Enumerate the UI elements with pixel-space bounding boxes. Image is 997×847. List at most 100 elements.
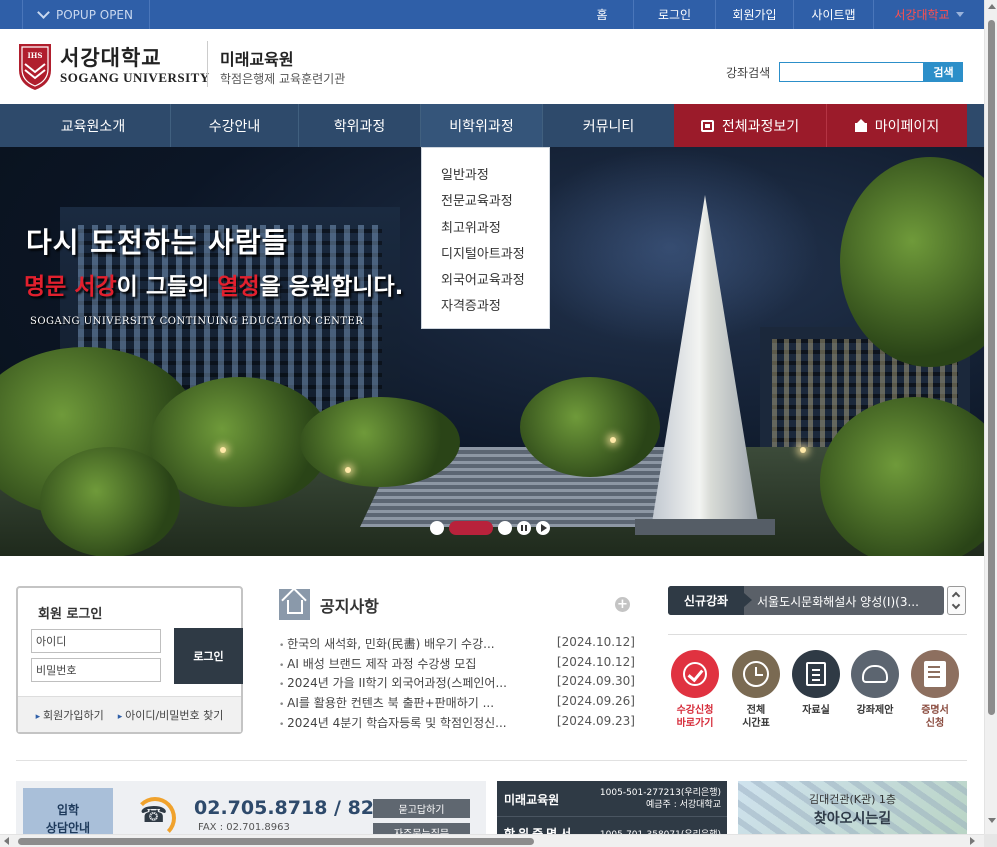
site-name[interactable]: 미래교육원 <box>220 46 294 70</box>
phone-icon <box>134 797 176 839</box>
vertical-scrollbar[interactable] <box>984 0 997 847</box>
join-link[interactable]: 회원가입 <box>715 0 793 29</box>
plus-icon[interactable]: + <box>615 597 630 612</box>
clock-icon <box>743 661 769 687</box>
university-emblem-icon: IHS <box>19 44 51 90</box>
main-nav: 교육원소개 수강안내 학위과정 비학위과정 커뮤니티 전체과정보기 마이페이지 <box>0 104 984 147</box>
slide-dot-active[interactable] <box>449 521 493 535</box>
family-site-label: 서강대학교 <box>894 8 950 22</box>
menu-item-digital-art-course[interactable]: 디지털아트과정 <box>422 243 549 269</box>
menu-item-general-course[interactable]: 일반과정 <box>422 164 549 190</box>
list-item[interactable]: AI를 활용한 컨텐츠 북 출판+판매하기 ...[2024.09.26] <box>279 694 635 714</box>
slider-controls <box>430 521 550 535</box>
course-suggestion-button[interactable]: 강좌제안 <box>847 650 903 717</box>
menu-item-executive-course[interactable]: 최고위과정 <box>422 217 549 243</box>
consult-fax: FAX : 02.701.8963 <box>198 822 290 833</box>
search-button[interactable]: 검색 <box>924 62 963 82</box>
pause-icon[interactable] <box>517 521 531 535</box>
location-title: 찾아오시는길 <box>813 811 892 827</box>
list-item[interactable]: 2024년 가을 II학기 외국어과정(스페인어...[2024.09.30] <box>279 674 635 694</box>
list-item[interactable]: 한국의 새석화, 민화(民畵) 배우기 수강...[2024.10.12] <box>279 635 635 655</box>
chevron-up-icon[interactable] <box>951 591 961 601</box>
check-icon <box>683 662 707 686</box>
logo-korean: 서강대학교 <box>60 45 162 70</box>
location-banner[interactable]: 김대건관(K관) 1층 찾아오시는길 <box>738 781 967 841</box>
login-link[interactable]: 로그인 <box>633 0 715 29</box>
login-box: 회원 로그인 아이디 비밀번호 로그인 회원가입하기 아이디/비밀번호 찾기 <box>16 586 243 734</box>
course-search-input[interactable] <box>779 62 924 82</box>
header: IHS 서강대학교 SOGANG UNIVERSITY 미래교육원 학점은행제 … <box>0 29 984 104</box>
menu-item-professional-course[interactable]: 전문교육과정 <box>422 190 549 216</box>
certificate-request-button[interactable]: 증명서 신청 <box>907 650 963 730</box>
sitemap-link[interactable]: 사이트맵 <box>793 0 873 29</box>
family-site-dropdown[interactable]: 서강대학교 <box>873 0 984 29</box>
ticker-arrows <box>947 586 966 615</box>
hand-icon <box>862 665 888 683</box>
vertical-scroll-thumb[interactable] <box>988 20 995 715</box>
tree <box>300 397 460 487</box>
list-item[interactable]: 2024년 4분기 학습자등록 및 학점인정신...[2024.09.23] <box>279 714 635 734</box>
logo-english: SOGANG UNIVERSITY <box>60 70 210 85</box>
certificate-icon <box>924 661 946 687</box>
enroll-shortcut-button[interactable]: 수강신청 바로가기 <box>667 650 723 730</box>
tree <box>520 377 660 477</box>
new-course-link[interactable]: 서울도시문화해설사 양성(I)(3... <box>757 593 937 610</box>
timetable-button[interactable]: 전체 시간표 <box>728 650 784 730</box>
nav-item-degree-program[interactable]: 학위과정 <box>299 104 421 147</box>
course-search-label: 강좌검색 <box>726 66 771 80</box>
logo-divider <box>207 41 208 87</box>
notice-title[interactable]: 공지사항 <box>320 593 379 617</box>
login-button[interactable]: 로그인 <box>174 628 243 684</box>
login-links: 회원가입하기 아이디/비밀번호 찾기 <box>18 696 241 732</box>
account-info: 1005-501-277213(우리은행) 예금주 : 서강대학교 <box>599 788 721 810</box>
nav-item-non-degree-program[interactable]: 비학위과정 <box>421 104 543 147</box>
scroll-right-icon[interactable] <box>970 837 975 845</box>
scroll-left-icon[interactable] <box>4 837 9 845</box>
join-link[interactable]: 회원가입하기 <box>36 707 104 723</box>
nav-item-about[interactable]: 교육원소개 <box>16 104 171 147</box>
new-course-label: 신규강좌 <box>668 586 752 615</box>
new-course-ticker: 신규강좌 서울도시문화해설사 양성(I)(3... <box>668 586 944 615</box>
top-links: 홈 로그인 회원가입 사이트맵 서강대학교 <box>571 0 984 29</box>
play-icon[interactable] <box>536 521 550 535</box>
slide-dot[interactable] <box>430 521 444 535</box>
id-input[interactable]: 아이디 <box>31 629 161 653</box>
hero-headline: 다시 도전하는 사람들 <box>26 226 289 259</box>
find-account-link[interactable]: 아이디/비밀번호 찾기 <box>118 707 223 723</box>
calendar-icon <box>700 119 714 132</box>
menu-item-foreign-language-course[interactable]: 외국어교육과정 <box>422 269 549 295</box>
site-subtitle: 학점은행제 교육훈련기관 <box>220 72 346 86</box>
home-link[interactable]: 홈 <box>571 0 633 29</box>
scroll-down-icon[interactable] <box>988 818 996 823</box>
hero-english-caption: SOGANG UNIVERSITY CONTINUING EDUCATION C… <box>30 316 364 327</box>
menu-item-certificate-course[interactable]: 자격증과정 <box>422 295 549 321</box>
mypage-button[interactable]: 마이페이지 <box>827 104 967 147</box>
home-icon <box>279 589 310 620</box>
tree <box>40 447 180 556</box>
slide-dot[interactable] <box>498 521 512 535</box>
horizontal-scrollbar[interactable] <box>0 834 984 847</box>
bank-account-panel: 미래교육원 1005-501-277213(우리은행)예금주 : 서강대학교 학… <box>497 781 727 841</box>
consult-phone: 02.705.8718 / 8218 <box>194 797 401 819</box>
login-title: 회원 로그인 <box>38 607 103 622</box>
popup-open-button[interactable]: POPUP OPEN <box>22 0 150 29</box>
qna-button[interactable]: 묻고답하기 <box>373 799 470 818</box>
chevron-down-icon[interactable] <box>951 600 961 610</box>
chevron-down-icon <box>955 12 964 17</box>
hero-subheadline: 명문 서강이 그들의 열정을 응원합니다. <box>24 274 404 300</box>
password-input[interactable]: 비밀번호 <box>31 658 161 682</box>
admission-consult-panel: 입학상담안내 02.705.8718 / 8218 FAX : 02.701.8… <box>16 781 486 842</box>
university-logo[interactable]: IHS 서강대학교 SOGANG UNIVERSITY <box>16 40 210 92</box>
nav-item-enrollment-guide[interactable]: 수강안내 <box>171 104 299 147</box>
mypage-label: 마이페이지 <box>874 118 940 135</box>
top-bar: POPUP OPEN 홈 로그인 회원가입 사이트맵 서강대학교 <box>0 0 984 29</box>
account-name: 미래교육원 <box>504 793 560 807</box>
horizontal-scroll-thumb[interactable] <box>18 838 534 845</box>
nav-item-community[interactable]: 커뮤니티 <box>543 104 674 147</box>
scroll-up-icon[interactable] <box>988 4 996 9</box>
all-courses-button[interactable]: 전체과정보기 <box>674 104 827 147</box>
list-item[interactable]: AI 배성 브랜드 제작 과정 수강생 모집[2024.10.12] <box>279 655 635 675</box>
library-button[interactable]: 자료실 <box>788 650 844 717</box>
building-icon <box>854 119 867 132</box>
non-degree-dropdown-menu: 일반과정 전문교육과정 최고위과정 디지털아트과정 외국어교육과정 자격증과정 <box>421 147 550 329</box>
